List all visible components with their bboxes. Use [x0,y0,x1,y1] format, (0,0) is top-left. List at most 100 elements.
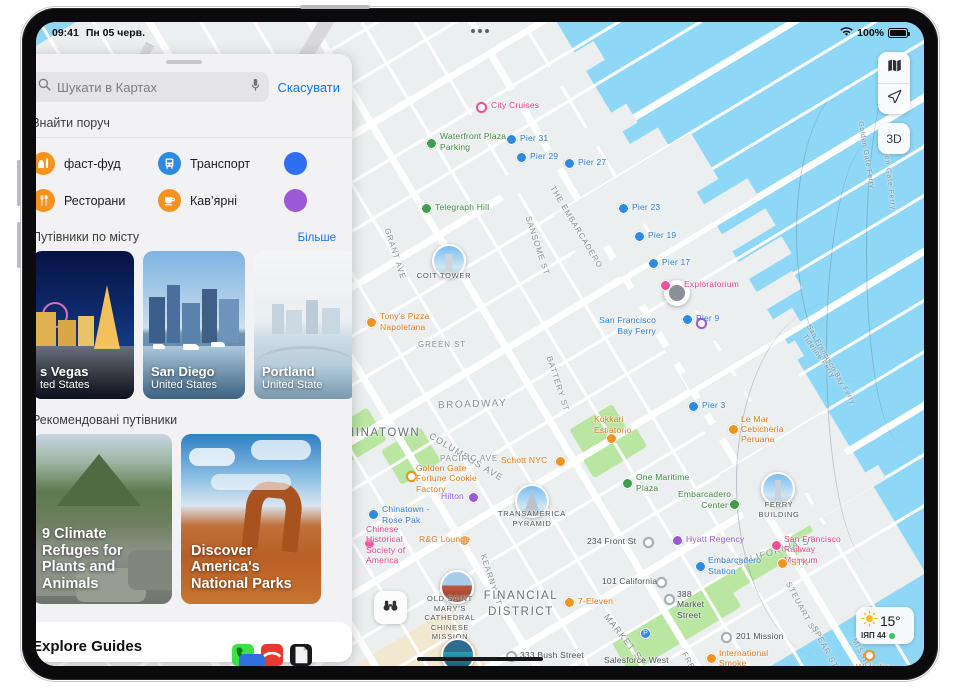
chip-partial-1[interactable] [284,152,352,175]
poi-pin[interactable] [555,456,566,467]
dock-files-icon[interactable] [290,644,312,666]
poi-pin[interactable] [564,158,575,169]
chip-partial-2[interactable] [284,189,352,212]
multitask-handle[interactable] [471,29,489,33]
city-country: ted States [40,379,90,391]
poi-label: Pier 17 [662,257,691,267]
app-dock-row2 [239,654,265,666]
chip-cafes[interactable]: Кав’ярні [158,189,284,212]
poi-pin[interactable] [634,231,645,242]
map-3d-button[interactable]: 3D [878,123,910,154]
status-bar: 09:41 Пн 05 черв. 100% [36,22,924,44]
poi-label: Hyatt Regency [686,534,745,544]
poi-pin[interactable] [706,653,717,664]
poi-pin[interactable] [622,478,633,489]
poi-pin[interactable] [721,632,732,643]
poi-pin[interactable] [648,258,659,269]
poi-pin[interactable] [672,535,683,546]
poi-label: Pier 27 [578,157,607,167]
microphone-icon[interactable] [250,78,261,97]
poi-pin[interactable] [643,537,654,548]
poi-pin[interactable] [864,650,875,661]
air-quality-label: ІЯП 44 [861,631,886,640]
city-card[interactable]: Portland United State [254,251,352,399]
street-label: PACIFIC AVE [440,454,499,463]
weather-temperature: 15° [880,613,901,629]
partial-chip-icon [284,189,307,212]
city-guides-more-button[interactable]: Більше [298,232,336,244]
nearby-header: Знайти поруч [36,102,352,137]
poi-pin[interactable] [777,558,788,569]
recommended-header: Рекомендовані путівники [36,399,352,434]
city-card[interactable]: San Diego United States [143,251,245,399]
ipad-screen: Golden Gate Ferry San Francisco Bay Ferr… [36,22,924,666]
poi-label: Pier 23 [632,202,661,212]
poi-label: Embarcadero Center [678,489,732,510]
poi-label: Pier 31 [520,133,549,143]
poi-pin[interactable] [476,102,487,113]
landmark-label: TRANSAMERICA PYRAMID [498,509,566,528]
home-indicator[interactable] [417,657,543,661]
poi-pin[interactable] [664,594,675,605]
search-row: Шукати в Картах Скасувати [36,64,352,102]
status-time: 09:41 [52,27,79,39]
search-placeholder: Шукати в Картах [57,79,157,95]
poi-pin[interactable] [421,203,432,214]
nearby-title: Знайти поруч [36,116,110,130]
poi-pin[interactable] [771,540,782,551]
guide-card[interactable]: Discover America's National Parks [181,434,321,604]
poi-pin[interactable] [728,424,739,435]
poi-pin[interactable] [696,318,707,329]
volume-up-button[interactable] [17,160,21,206]
fast-food-icon [36,152,55,175]
binoculars-icon [382,597,399,619]
air-quality-indicator [888,632,895,639]
weather-widget[interactable]: 15° ІЯП 44 [856,607,914,644]
search-input[interactable]: Шукати в Картах [36,72,270,102]
dock-mail-icon[interactable] [239,654,265,666]
city-guides-header: Путівники по місту Більше [36,216,352,251]
poi-pin[interactable] [426,138,437,149]
poi-pin[interactable] [656,577,667,588]
poi-label: Chinatown - Rose Pak [382,504,430,525]
chip-transit[interactable]: Транспорт [158,152,284,175]
poi-pin[interactable] [682,314,693,325]
poi-label: Le Mar Cebicheria Peruana [741,414,784,445]
volume-down-button[interactable] [17,222,21,268]
poi-label: Embarcadero Station [708,555,762,576]
guide-card[interactable]: 9 Climate Refuges for Plants and Animals [36,434,172,604]
street-label: GREEN ST [418,340,467,349]
chip-restaurants[interactable]: Ресторани [36,189,158,212]
cancel-button[interactable]: Скасувати [277,80,342,95]
poi-label: Golden Gate Fortune Cookie Factory [416,463,477,494]
poi-label: Waterfront Plaza Parking [440,131,507,152]
current-location-button[interactable] [878,83,910,114]
power-button[interactable] [300,5,370,9]
poi-pin[interactable] [695,561,706,572]
parking-pin[interactable]: P [640,628,651,639]
poi-pin[interactable] [618,203,629,214]
poi-pin[interactable] [688,401,699,412]
poi-label: Pier 29 [530,151,559,161]
city-card[interactable]: s Vegas ted States [36,251,134,399]
poi-label: STK [791,557,809,567]
poi-pin[interactable] [516,152,527,163]
map-controls-group [878,52,910,114]
poi-pin[interactable] [368,509,379,520]
poi-pin[interactable] [506,134,517,145]
poi-pin[interactable] [564,597,575,608]
poi-label: 201 Mission [736,631,784,641]
city-guides-title: Путівники по місту [36,230,140,244]
transit-icon [158,152,181,175]
poi-pin[interactable] [729,499,740,510]
look-around-button[interactable] [374,591,407,624]
chip-fast-food[interactable]: фаст-фуд [36,152,158,175]
poi-label: San Francisco Bay Ferry [599,315,656,336]
poi-pin[interactable] [468,492,479,503]
poi-pin[interactable] [366,317,377,328]
restaurant-icon [36,189,55,212]
partial-chip-icon [284,152,307,175]
dragon-gate-bubble[interactable] [441,638,475,666]
poi-pin[interactable] [660,280,671,291]
map-layers-button[interactable] [878,52,910,83]
